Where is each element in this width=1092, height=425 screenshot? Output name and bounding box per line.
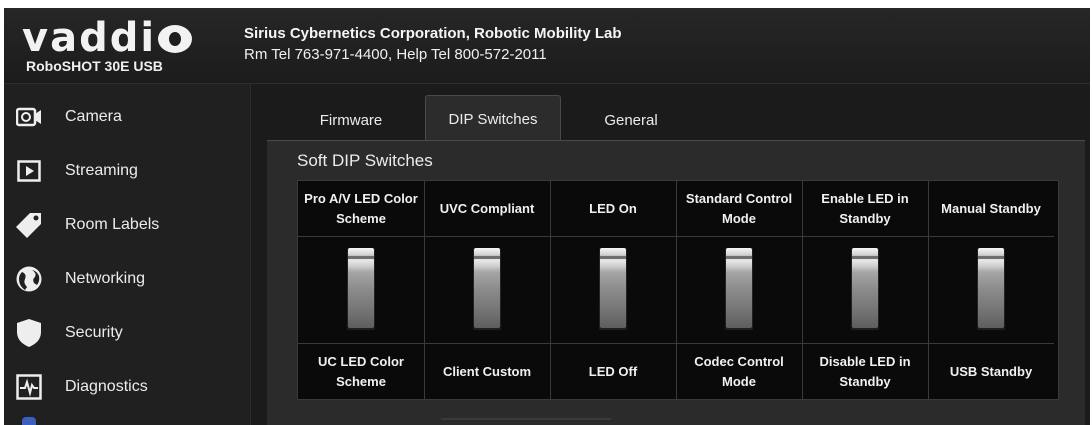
dip-switch-column: Pro A/V LED Color Scheme UC LED Color Sc… [298,181,425,399]
dip-switch-toggle[interactable] [473,248,501,330]
dip-switch-column: UVC Compliant Client Custom [424,181,551,399]
switch-up-label: Enable LED in Standby [802,181,928,237]
tab-dip-switches[interactable]: DIP Switches [425,95,561,142]
globe-icon [14,264,44,294]
dip-switch-toggle[interactable] [977,248,1005,330]
dip-switch-toggle[interactable] [599,248,627,330]
dip-switch-column: Enable LED in Standby Disable LED in Sta… [802,181,929,399]
company-name: Sirius Cybernetics Corporation, Robotic … [244,25,622,42]
sidebar-item-label: Security [65,324,123,341]
next-sidebar-icon [22,417,36,425]
sidebar-item-networking[interactable]: Networking [4,252,250,306]
switch-up-label: Standard Control Mode [676,181,802,237]
sidebar-item-label: Streaming [65,162,138,179]
sidebar-item-streaming[interactable]: Streaming [4,144,250,198]
logo-o-mark [158,25,193,53]
switch-down-label: USB Standby [928,343,1054,399]
switch-down-label: Codec Control Mode [676,343,802,399]
switch-down-label: Disable LED in Standby [802,343,928,399]
switch-knob [600,248,626,328]
tag-icon [14,210,44,240]
play-icon [14,156,44,186]
sidebar-item-label: Camera [65,108,122,125]
switch-knob [726,248,752,328]
dip-switch-column: LED On LED Off [550,181,677,399]
panel-title: Soft DIP Switches [297,151,433,170]
product-model: RoboSHOT 30E USB [26,58,163,74]
switch-knob [852,248,878,328]
sidebar-item-label: Diagnostics [65,378,148,395]
switch-up-label: Manual Standby [928,181,1054,237]
header: vaddi RoboSHOT 30E USB Sirius Cybernetic… [4,8,1090,84]
sidebar-item-room-labels[interactable]: Room Labels [4,198,250,252]
dip-switch-toggle[interactable] [347,248,375,330]
panel-bottom-divider [441,418,611,420]
sidebar-item-label: Networking [65,270,146,287]
switch-knob [978,248,1004,328]
tab-general[interactable]: General [571,100,691,140]
dip-switch-toggle[interactable] [851,248,879,330]
switch-up-label: UVC Compliant [424,181,550,237]
dip-switch-column: Manual Standby USB Standby [928,181,1054,399]
contact-phones: Rm Tel 763-971-4400, Help Tel 800-572-20… [244,46,547,63]
sidebar: Camera Streaming Room Labels Networking … [4,84,251,425]
sidebar-item-camera[interactable]: Camera [4,90,250,144]
shield-icon [14,318,44,348]
switch-down-label: UC LED Color Scheme [298,343,424,399]
switch-down-label: LED Off [550,343,676,399]
dip-switch-grid: Pro A/V LED Color Scheme UC LED Color Sc… [297,180,1059,400]
sidebar-item-label: Room Labels [65,216,160,233]
app-window: vaddi RoboSHOT 30E USB Sirius Cybernetic… [4,8,1090,425]
vaddio-logo: vaddi [22,18,193,58]
dip-switch-column: Standard Control Mode Codec Control Mode [676,181,803,399]
tab-label: DIP Switches [448,110,538,128]
camera-icon [14,102,44,132]
pulse-icon [14,372,44,402]
switch-knob [348,248,374,328]
sidebar-item-security[interactable]: Security [4,306,250,360]
main-content: Firmware DIP Switches General Soft DIP S… [251,84,1090,425]
switch-up-label: Pro A/V LED Color Scheme [298,181,424,237]
dip-switches-panel: Soft DIP Switches Pro A/V LED Color Sche… [267,140,1085,425]
tab-label: Firmware [319,111,383,129]
sidebar-item-diagnostics[interactable]: Diagnostics [4,360,250,414]
switch-down-label: Client Custom [424,343,550,399]
switch-knob [474,248,500,328]
tab-firmware[interactable]: Firmware [291,100,411,140]
tab-label: General [604,111,658,129]
dip-switch-toggle[interactable] [725,248,753,330]
switch-up-label: LED On [550,181,676,237]
